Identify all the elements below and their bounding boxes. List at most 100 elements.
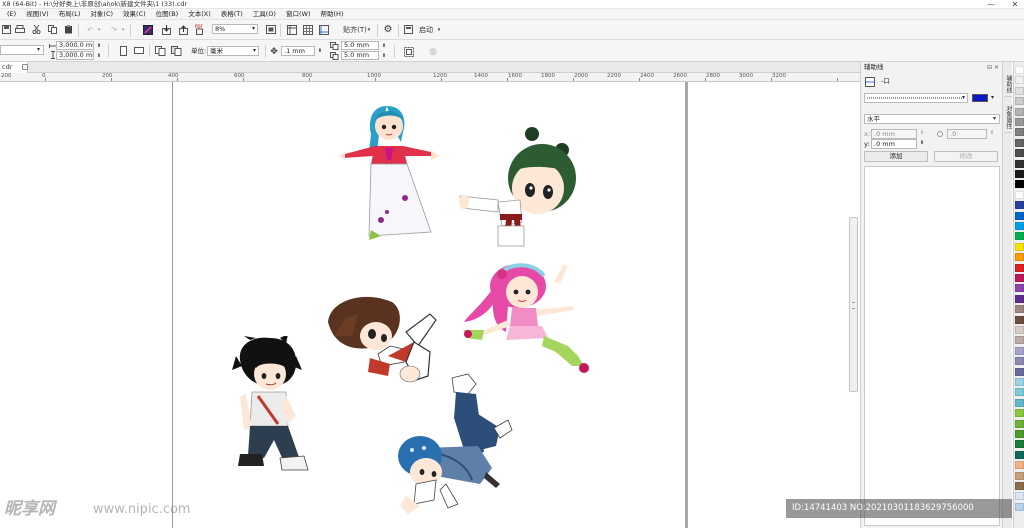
- palette-swatch[interactable]: [1015, 97, 1024, 106]
- nudge-distance-field[interactable]: .1 mm: [281, 46, 315, 56]
- palette-swatch[interactable]: [1015, 86, 1024, 95]
- palette-swatch[interactable]: [1015, 222, 1024, 230]
- show-rulers-icon[interactable]: [286, 23, 298, 36]
- landscape-icon[interactable]: [133, 44, 145, 57]
- launch-dropdown-icon[interactable]: ▾: [436, 23, 442, 36]
- copy-icon[interactable]: [46, 23, 58, 36]
- undo-dropdown-icon[interactable]: ▾: [96, 23, 102, 36]
- menu-window[interactable]: 窗口(W): [281, 9, 316, 20]
- palette-swatch[interactable]: [1015, 201, 1024, 210]
- palette-swatch[interactable]: [1015, 502, 1024, 511]
- nudge-spinner-icon[interactable]: ⬍: [316, 46, 324, 55]
- undo-icon[interactable]: ↶: [84, 23, 96, 36]
- palette-swatch[interactable]: [1015, 284, 1024, 293]
- palette-swatch[interactable]: [1015, 170, 1024, 178]
- taekwondo-boy-illustration[interactable]: [458, 122, 583, 252]
- palette-swatch[interactable]: [1015, 180, 1024, 189]
- menu-bitmaps[interactable]: 位图(B): [151, 9, 184, 20]
- palette-swatch[interactable]: [1015, 440, 1024, 449]
- add-guideline-button[interactable]: 添加: [864, 151, 928, 162]
- hanbok-girl-illustration[interactable]: [335, 102, 445, 242]
- pink-hair-girl-illustration[interactable]: [460, 260, 595, 382]
- palette-swatch[interactable]: [1015, 430, 1024, 438]
- line-style-dropdown-icon[interactable]: ▾: [962, 93, 965, 103]
- tab-guidelines[interactable]: 辅助线: [1004, 72, 1012, 97]
- palette-swatch[interactable]: [1015, 409, 1024, 418]
- menu-help[interactable]: 帮助(H): [315, 9, 348, 20]
- y-position-field[interactable]: .0 mm: [871, 139, 917, 149]
- x-spinner-icon[interactable]: ⬍: [918, 128, 926, 138]
- drawing-canvas[interactable]: [0, 82, 858, 528]
- orientation-dropdown-icon[interactable]: ▾: [993, 114, 996, 124]
- palette-swatch[interactable]: [1015, 315, 1024, 324]
- add-tab-icon[interactable]: [22, 64, 28, 70]
- palette-swatch[interactable]: [1015, 138, 1024, 147]
- palette-swatch[interactable]: [1015, 294, 1024, 303]
- angle-field[interactable]: .0: [947, 129, 987, 139]
- close-button[interactable]: ✕: [1010, 0, 1020, 9]
- palette-swatch[interactable]: [1015, 482, 1024, 490]
- palette-swatch[interactable]: [1015, 419, 1024, 428]
- page-width-field[interactable]: 3,000.0 mm: [56, 41, 94, 50]
- duplicate-x-field[interactable]: 5.0 mm: [341, 41, 379, 50]
- export-icon[interactable]: [177, 23, 189, 36]
- palette-swatch[interactable]: [1015, 107, 1024, 116]
- palette-swatch[interactable]: [1015, 190, 1024, 199]
- menu-table[interactable]: 表格(T): [216, 9, 248, 20]
- paste-icon[interactable]: [62, 23, 74, 36]
- current-page-icon[interactable]: [170, 44, 182, 57]
- menu-edit[interactable]: (E): [2, 9, 21, 20]
- width-spinner-icon[interactable]: ⬍: [95, 41, 103, 50]
- guidelines-list[interactable]: [864, 166, 1000, 526]
- menu-effects[interactable]: 效果(C): [118, 9, 151, 20]
- palette-swatch[interactable]: [1015, 492, 1024, 501]
- angle-radio[interactable]: [937, 131, 943, 137]
- palette-swatch[interactable]: [1015, 76, 1024, 85]
- publish-pdf-icon[interactable]: PDF: [194, 23, 206, 36]
- show-guidelines-icon[interactable]: [318, 23, 330, 36]
- edit-bleed-icon[interactable]: [403, 45, 415, 58]
- cut-icon[interactable]: [30, 23, 42, 36]
- menu-view[interactable]: 视图(V): [21, 9, 54, 20]
- show-grid-icon[interactable]: [302, 23, 314, 36]
- page-size-dropdown-icon[interactable]: ▾: [37, 45, 40, 55]
- palette-swatch[interactable]: [1015, 450, 1024, 459]
- line-style-select[interactable]: [864, 93, 968, 103]
- redo-icon[interactable]: ↷: [108, 23, 120, 36]
- palette-swatch[interactable]: [1015, 118, 1024, 126]
- angle-spinner-icon[interactable]: ⬍: [988, 128, 996, 138]
- palette-swatch[interactable]: [1015, 346, 1024, 355]
- import-icon[interactable]: [160, 23, 172, 36]
- orientation-select[interactable]: 水平: [864, 114, 1000, 124]
- zoom-dropdown-icon[interactable]: ▾: [252, 24, 255, 34]
- palette-swatch[interactable]: [1015, 128, 1024, 137]
- portrait-icon[interactable]: [117, 44, 129, 57]
- menu-object[interactable]: 对象(C): [85, 9, 118, 20]
- modify-guideline-button[interactable]: 修改: [934, 151, 998, 162]
- print-icon[interactable]: [14, 23, 26, 36]
- dup-y-spinner-icon[interactable]: ⬍: [380, 51, 388, 60]
- guideline-type-icon[interactable]: [864, 75, 876, 88]
- height-spinner-icon[interactable]: ⬍: [95, 51, 103, 60]
- palette-swatch[interactable]: [1015, 388, 1024, 397]
- palette-swatch[interactable]: [1015, 159, 1024, 168]
- dup-x-spinner-icon[interactable]: ⬍: [380, 41, 388, 50]
- palette-swatch[interactable]: [1015, 305, 1024, 314]
- duplicate-y-field[interactable]: 5.0 mm: [341, 51, 379, 60]
- palette-swatch[interactable]: [1015, 326, 1024, 334]
- units-dropdown-icon[interactable]: ▾: [253, 46, 256, 56]
- save-icon[interactable]: [0, 23, 12, 36]
- bandana-boy-illustration[interactable]: [396, 372, 516, 522]
- search-content-icon[interactable]: [142, 23, 154, 36]
- vertical-scrollbar[interactable]: [849, 217, 858, 392]
- palette-swatch[interactable]: [1015, 274, 1024, 282]
- y-spinner-icon[interactable]: ⬍: [918, 138, 926, 148]
- page-height-field[interactable]: 3,000.0 mm: [56, 51, 94, 60]
- color-dropdown-icon[interactable]: ▾: [991, 93, 994, 103]
- palette-swatch[interactable]: [1015, 471, 1024, 480]
- x-position-field[interactable]: .0 mm: [871, 129, 917, 139]
- menu-text[interactable]: 文本(X): [183, 9, 216, 20]
- minimize-button[interactable]: —: [986, 0, 996, 9]
- palette-swatch[interactable]: [1015, 367, 1024, 376]
- palette-swatch[interactable]: [1015, 357, 1024, 366]
